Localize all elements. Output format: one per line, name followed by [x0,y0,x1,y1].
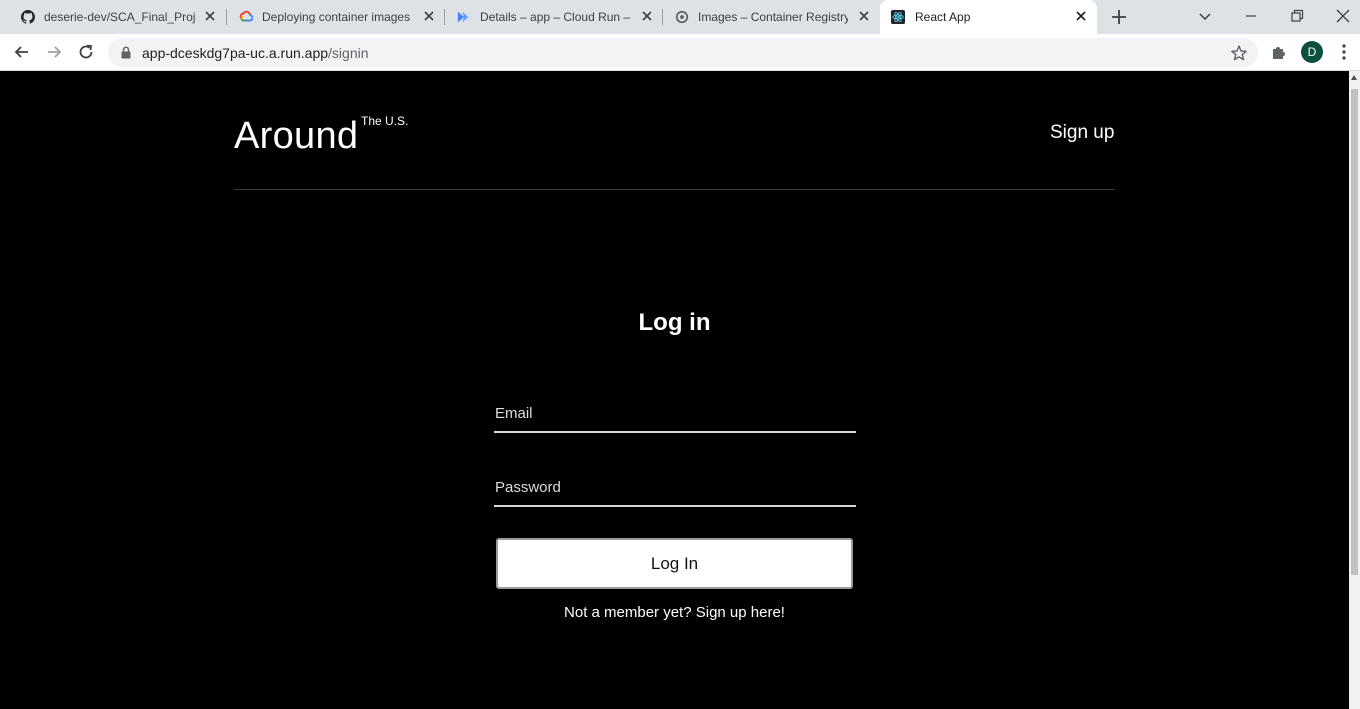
tab-title: Deploying container images [262,10,411,24]
extensions-puzzle-icon[interactable] [1270,43,1288,61]
logo-superscript: The U.S. [361,114,409,128]
scroll-up-arrow-icon[interactable] [1351,75,1357,80]
tab-container-registry[interactable]: Images – Container Registry [663,0,880,34]
password-field[interactable] [494,469,856,507]
login-button[interactable]: Log In [496,538,853,589]
close-window-icon[interactable] [1333,6,1353,26]
lock-icon[interactable] [120,46,132,59]
page-content: Around The U.S. Sign up Log in Log In No… [0,71,1349,709]
logo[interactable]: Around [234,115,358,158]
tab-github[interactable]: deserie-dev/SCA_Final_Proje [8,0,226,34]
new-tab-icon[interactable] [1109,7,1129,27]
email-field[interactable] [494,395,856,433]
container-registry-icon [675,10,689,24]
close-icon[interactable] [640,9,654,23]
close-icon[interactable] [422,9,436,23]
reload-icon[interactable] [76,42,96,62]
back-icon[interactable] [12,42,32,62]
close-icon[interactable] [203,9,217,23]
minimize-icon[interactable] [1241,6,1261,26]
signup-link[interactable]: Sign up [1050,122,1114,144]
tab-deploying[interactable]: Deploying container images [227,0,444,34]
signup-here-link[interactable]: Not a member yet? Sign up here! [0,604,1349,621]
google-cloud-icon [239,10,253,22]
close-icon[interactable] [857,9,871,23]
tab-strip: deserie-dev/SCA_Final_Proje Deploying co… [0,0,1360,34]
tab-title: React App [915,10,971,24]
tab-cloud-run[interactable]: Details – app – Cloud Run – S [445,0,662,34]
address-bar[interactable]: app-dceskdg7pa-uc.a.run.app/signin [108,38,1258,67]
url-text: app-dceskdg7pa-uc.a.run.app/signin [142,45,369,61]
scrollbar-thumb[interactable] [1351,89,1358,575]
tab-title: Images – Container Registry [698,10,848,24]
page-scrollbar[interactable] [1349,71,1360,709]
forward-icon[interactable] [44,42,64,62]
header-divider [234,189,1115,190]
restore-icon[interactable] [1287,6,1307,26]
page-title: Log in [638,309,711,336]
tab-react-app[interactable]: React App [880,0,1097,34]
more-menu-icon[interactable] [1338,43,1350,61]
url-host: app-dceskdg7pa-uc.a.run.app [142,45,329,61]
tab-search-chevron-icon[interactable] [1195,6,1215,26]
url-path: /signin [328,45,369,61]
browser-toolbar: app-dceskdg7pa-uc.a.run.app/signin [0,34,1360,71]
tab-title: Details – app – Cloud Run – S [480,10,633,24]
bookmark-star-icon[interactable] [1230,44,1248,62]
github-icon [21,10,35,24]
tab-title: deserie-dev/SCA_Final_Proje [44,10,196,24]
cloud-run-icon [457,11,469,23]
react-icon [891,10,905,24]
profile-avatar[interactable]: D [1301,41,1323,63]
close-icon[interactable] [1074,9,1088,23]
